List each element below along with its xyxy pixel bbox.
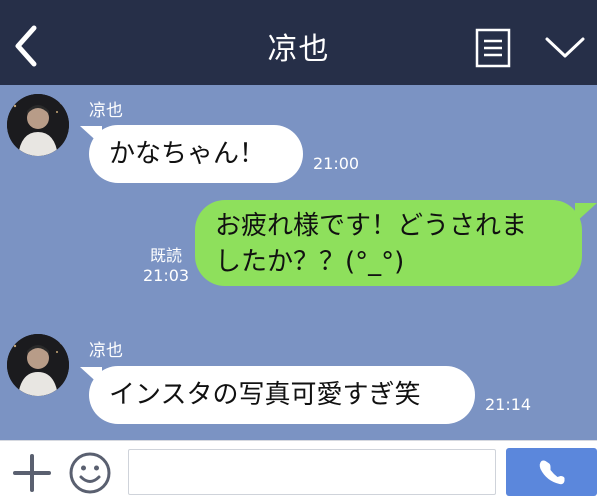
message-text-line-1: お疲れ様です！どうされま xyxy=(215,211,528,241)
message-bubble-outgoing[interactable]: お疲れ様です！どうされま したか？？(°_°) xyxy=(195,200,582,286)
message-text-line-2: したか？？(°_°) xyxy=(215,247,405,277)
notes-button[interactable] xyxy=(474,28,512,68)
message-time: 21:03 xyxy=(143,266,190,285)
message-time: 21:14 xyxy=(485,395,532,414)
person-avatar-icon xyxy=(7,334,69,396)
plus-icon xyxy=(13,454,51,492)
chat-area[interactable]: 凉也 かなちゃん！ 21:00 既読 21:03 お疲れ様です！どうされま した… xyxy=(0,85,597,440)
read-status: 既読 21:03 xyxy=(143,246,189,286)
message-bubble-incoming[interactable]: かなちゃん！ xyxy=(89,125,303,183)
message-bubble-incoming[interactable]: インスタの写真可愛すぎ笑 xyxy=(89,366,475,424)
message-input[interactable] xyxy=(128,449,496,495)
sender-name: 凉也 xyxy=(89,101,123,121)
sender-name: 凉也 xyxy=(89,341,123,361)
menu-toggle-button[interactable] xyxy=(544,34,586,62)
read-label: 既読 xyxy=(150,246,183,265)
add-attachment-button[interactable] xyxy=(12,453,52,493)
chevron-down-icon xyxy=(545,37,585,58)
phone-icon xyxy=(539,460,565,485)
smiley-icon xyxy=(69,452,111,494)
notes-icon xyxy=(475,28,511,68)
chat-header: 凉也 xyxy=(0,0,597,85)
message-text: インスタの写真可愛すぎ笑 xyxy=(109,380,421,410)
bubble-tail xyxy=(575,203,597,223)
avatar[interactable] xyxy=(7,334,69,396)
avatar[interactable] xyxy=(7,94,69,156)
person-avatar-icon xyxy=(7,94,69,156)
message-text: かなちゃん！ xyxy=(109,139,266,169)
emoji-button[interactable] xyxy=(68,451,112,495)
message-time: 21:00 xyxy=(313,154,360,173)
message-input-bar xyxy=(0,440,597,504)
call-button[interactable] xyxy=(506,448,597,496)
